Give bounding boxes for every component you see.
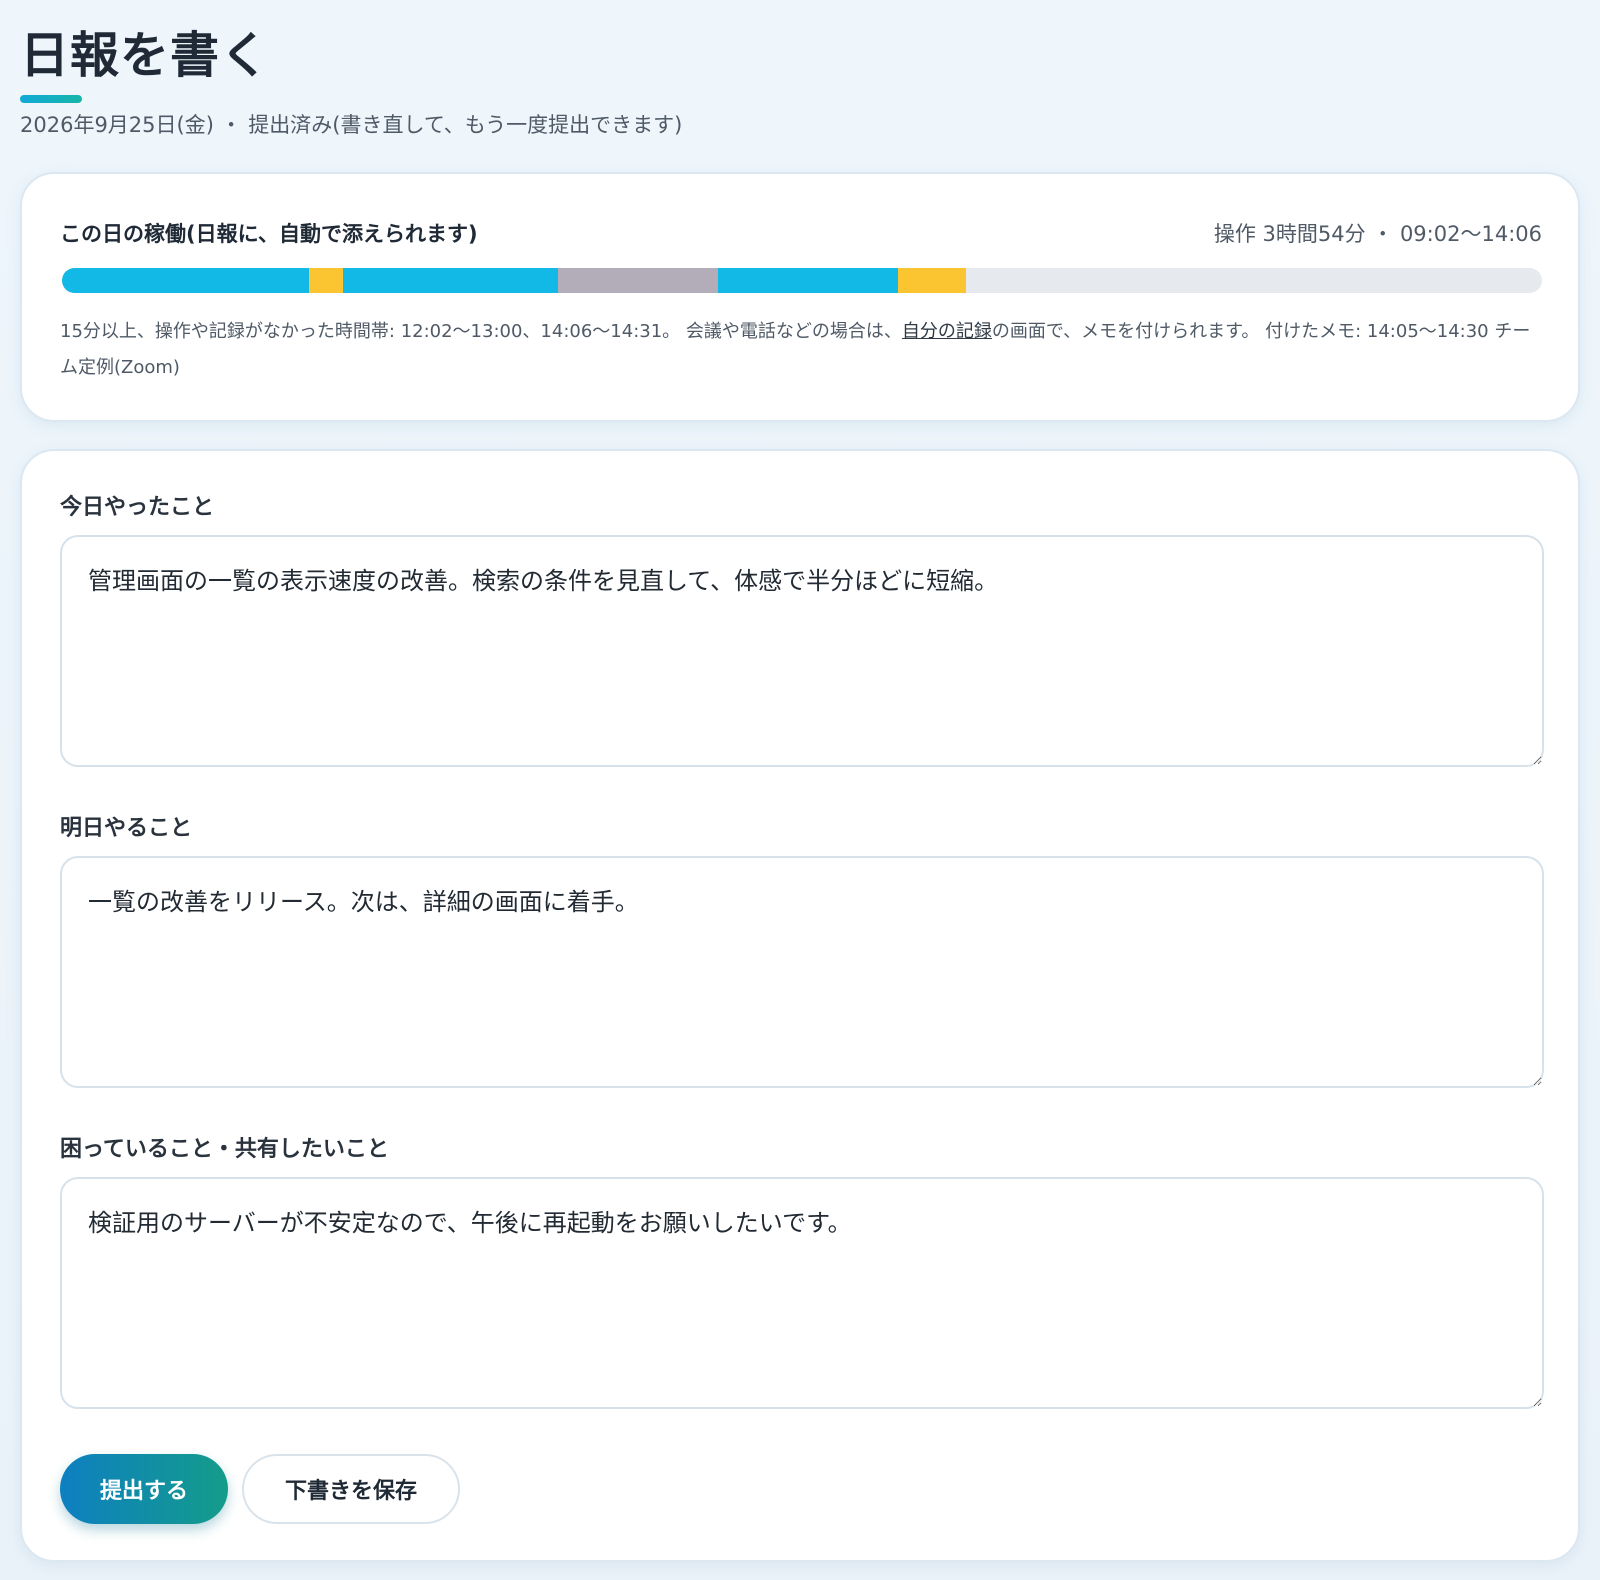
save-draft-button[interactable]: 下書きを保存 (242, 1454, 460, 1524)
activity-card: この日の稼働(日報に、自動で添えられます) 操作 3時間54分 ・ 09:02〜… (20, 172, 1580, 422)
title-accent-bar (20, 95, 82, 103)
timeline-segment (898, 268, 967, 293)
submit-button[interactable]: 提出する (60, 1454, 228, 1524)
activity-summary: 操作 3時間54分 ・ 09:02〜14:06 (1213, 222, 1542, 246)
field-label-tomorrow: 明日やること (60, 816, 193, 841)
activity-note: 15分以上、操作や記録がなかった時間帯: 12:02〜13:00、14:06〜1… (60, 314, 1540, 386)
activity-title: この日の稼働(日報に、自動で添えられます) (60, 222, 478, 246)
activity-note-text: 15分以上、操作や記録がなかった時間帯: 12:02〜13:00、14:06〜1… (60, 321, 902, 342)
timeline-segment (62, 268, 310, 293)
timeline-segment (717, 268, 899, 293)
my-records-link[interactable]: 自分の記録 (902, 321, 992, 342)
report-form-card: 今日やったこと 明日やること 困っていること・共有したいこと 提出する 下書きを… (20, 449, 1580, 1562)
timeline-segment (343, 268, 558, 293)
page-title: 日報を書く (20, 27, 271, 84)
timeline-segment (309, 268, 344, 293)
today-done-textarea[interactable] (60, 535, 1544, 767)
timeline-segment (557, 268, 718, 293)
field-label-issues: 困っていること・共有したいこと (60, 1137, 389, 1162)
field-label-today: 今日やったこと (60, 495, 215, 520)
issues-share-textarea[interactable] (60, 1177, 1544, 1409)
activity-timeline (62, 268, 1542, 293)
report-date-status: 2026年9月25日(金) ・ 提出済み(書き直して、もう一度提出できます) (20, 113, 683, 137)
tomorrow-plan-textarea[interactable] (60, 856, 1544, 1088)
